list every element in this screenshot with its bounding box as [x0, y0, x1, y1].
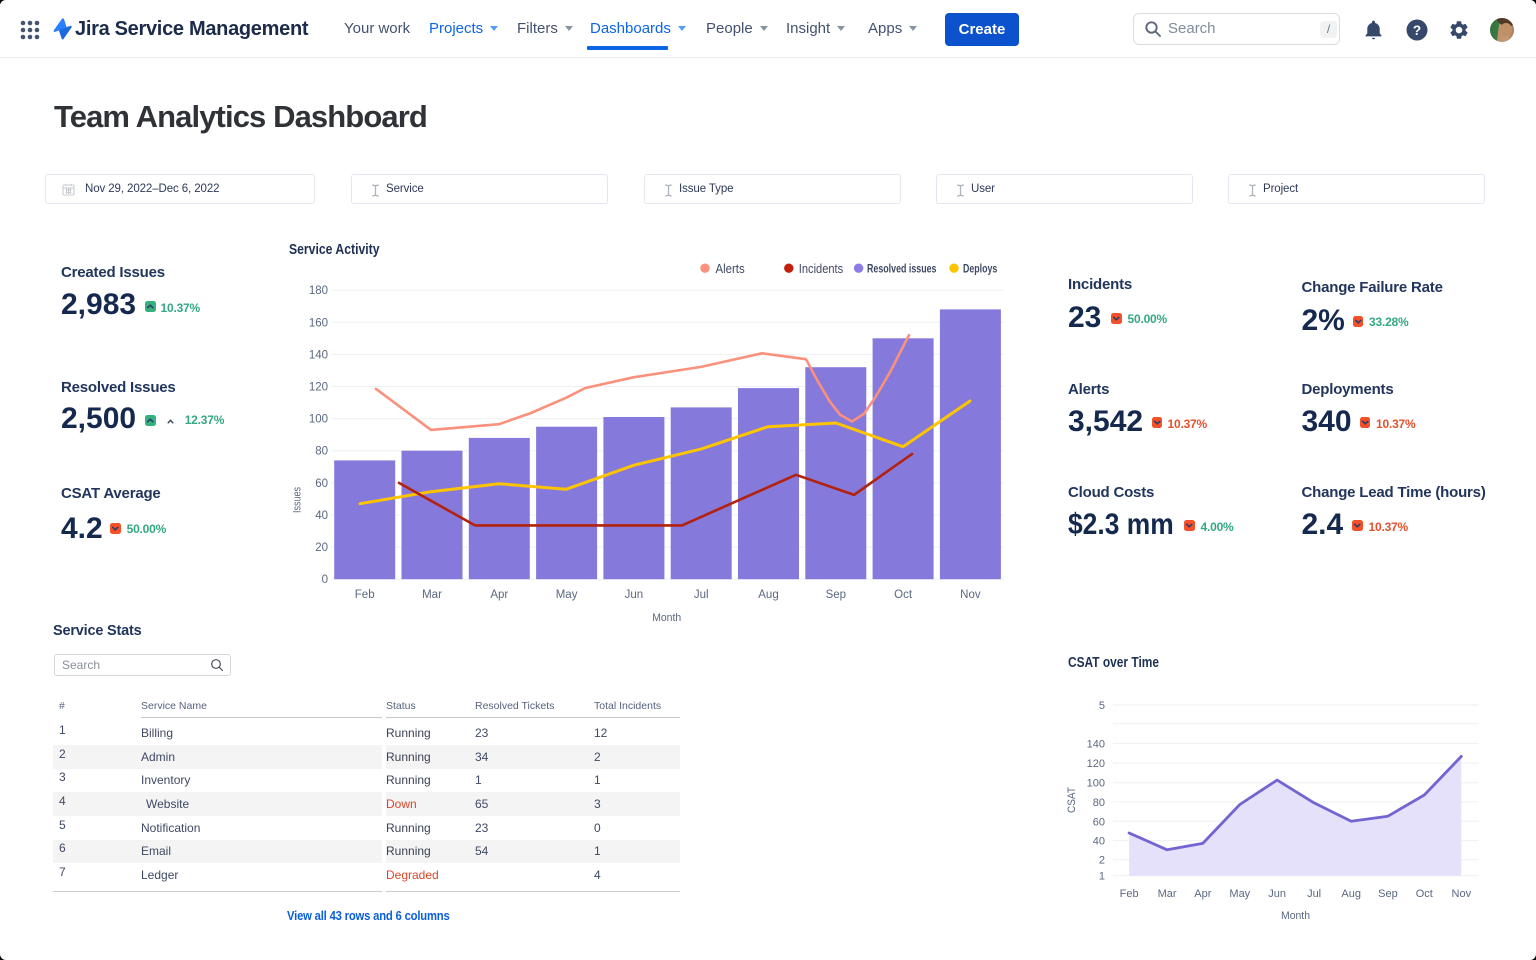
svg-text:20: 20: [315, 542, 328, 554]
svg-text:160: 160: [309, 317, 328, 329]
svg-text:Apr: Apr: [490, 589, 508, 601]
svg-text:May: May: [556, 589, 578, 601]
svg-text:100: 100: [309, 414, 328, 426]
svg-text:Nov: Nov: [960, 589, 981, 601]
svg-text:140: 140: [309, 349, 328, 361]
svg-text:2: 2: [1099, 855, 1105, 867]
svg-text:80: 80: [1093, 797, 1105, 809]
svg-text:Jun: Jun: [1268, 888, 1286, 900]
svg-text:120: 120: [309, 382, 328, 394]
svg-text:40: 40: [315, 510, 328, 522]
svg-text:Alerts: Alerts: [716, 261, 746, 276]
svg-text:180: 180: [309, 285, 328, 297]
svg-text:60: 60: [315, 478, 328, 490]
svg-text:Resolved issues: Resolved issues: [867, 263, 937, 275]
svg-text:CSAT: CSAT: [1066, 787, 1078, 813]
svg-text:0: 0: [322, 574, 328, 586]
svg-text:Apr: Apr: [1194, 888, 1211, 900]
svg-text:Jun: Jun: [625, 589, 644, 601]
svg-text:Deploys: Deploys: [963, 263, 997, 275]
svg-text:Mar: Mar: [1158, 888, 1177, 900]
svg-text:Nov: Nov: [1452, 888, 1472, 900]
svg-text:May: May: [1229, 888, 1250, 900]
svg-text:Incidents: Incidents: [799, 261, 844, 276]
svg-text:100: 100: [1087, 778, 1105, 790]
svg-text:Service Activity: Service Activity: [289, 242, 380, 258]
svg-text:CSAT over Time: CSAT over Time: [1068, 655, 1159, 671]
svg-text:Jul: Jul: [694, 589, 709, 601]
svg-text:5: 5: [1099, 700, 1105, 712]
svg-text:Oct: Oct: [1416, 888, 1433, 900]
svg-text:120: 120: [1087, 758, 1105, 770]
svg-text:?: ?: [1413, 23, 1421, 38]
svg-text:1: 1: [1099, 871, 1105, 883]
svg-text:Month: Month: [652, 612, 681, 624]
svg-text:140: 140: [1087, 738, 1105, 750]
svg-text:40: 40: [1093, 836, 1105, 848]
svg-text:Jul: Jul: [1307, 888, 1321, 900]
svg-text:Mar: Mar: [422, 589, 442, 601]
svg-text:80: 80: [315, 446, 328, 458]
svg-text:Oct: Oct: [894, 589, 913, 601]
svg-text:Feb: Feb: [355, 589, 375, 601]
svg-text:Feb: Feb: [1120, 888, 1139, 900]
svg-text:60: 60: [1093, 816, 1105, 828]
svg-text:Sep: Sep: [1378, 888, 1398, 900]
svg-text:Aug: Aug: [1341, 888, 1361, 900]
svg-text:Sep: Sep: [826, 589, 846, 601]
svg-text:Month: Month: [1281, 910, 1310, 922]
svg-text:Issues: Issues: [292, 487, 304, 513]
svg-text:Aug: Aug: [758, 589, 778, 601]
